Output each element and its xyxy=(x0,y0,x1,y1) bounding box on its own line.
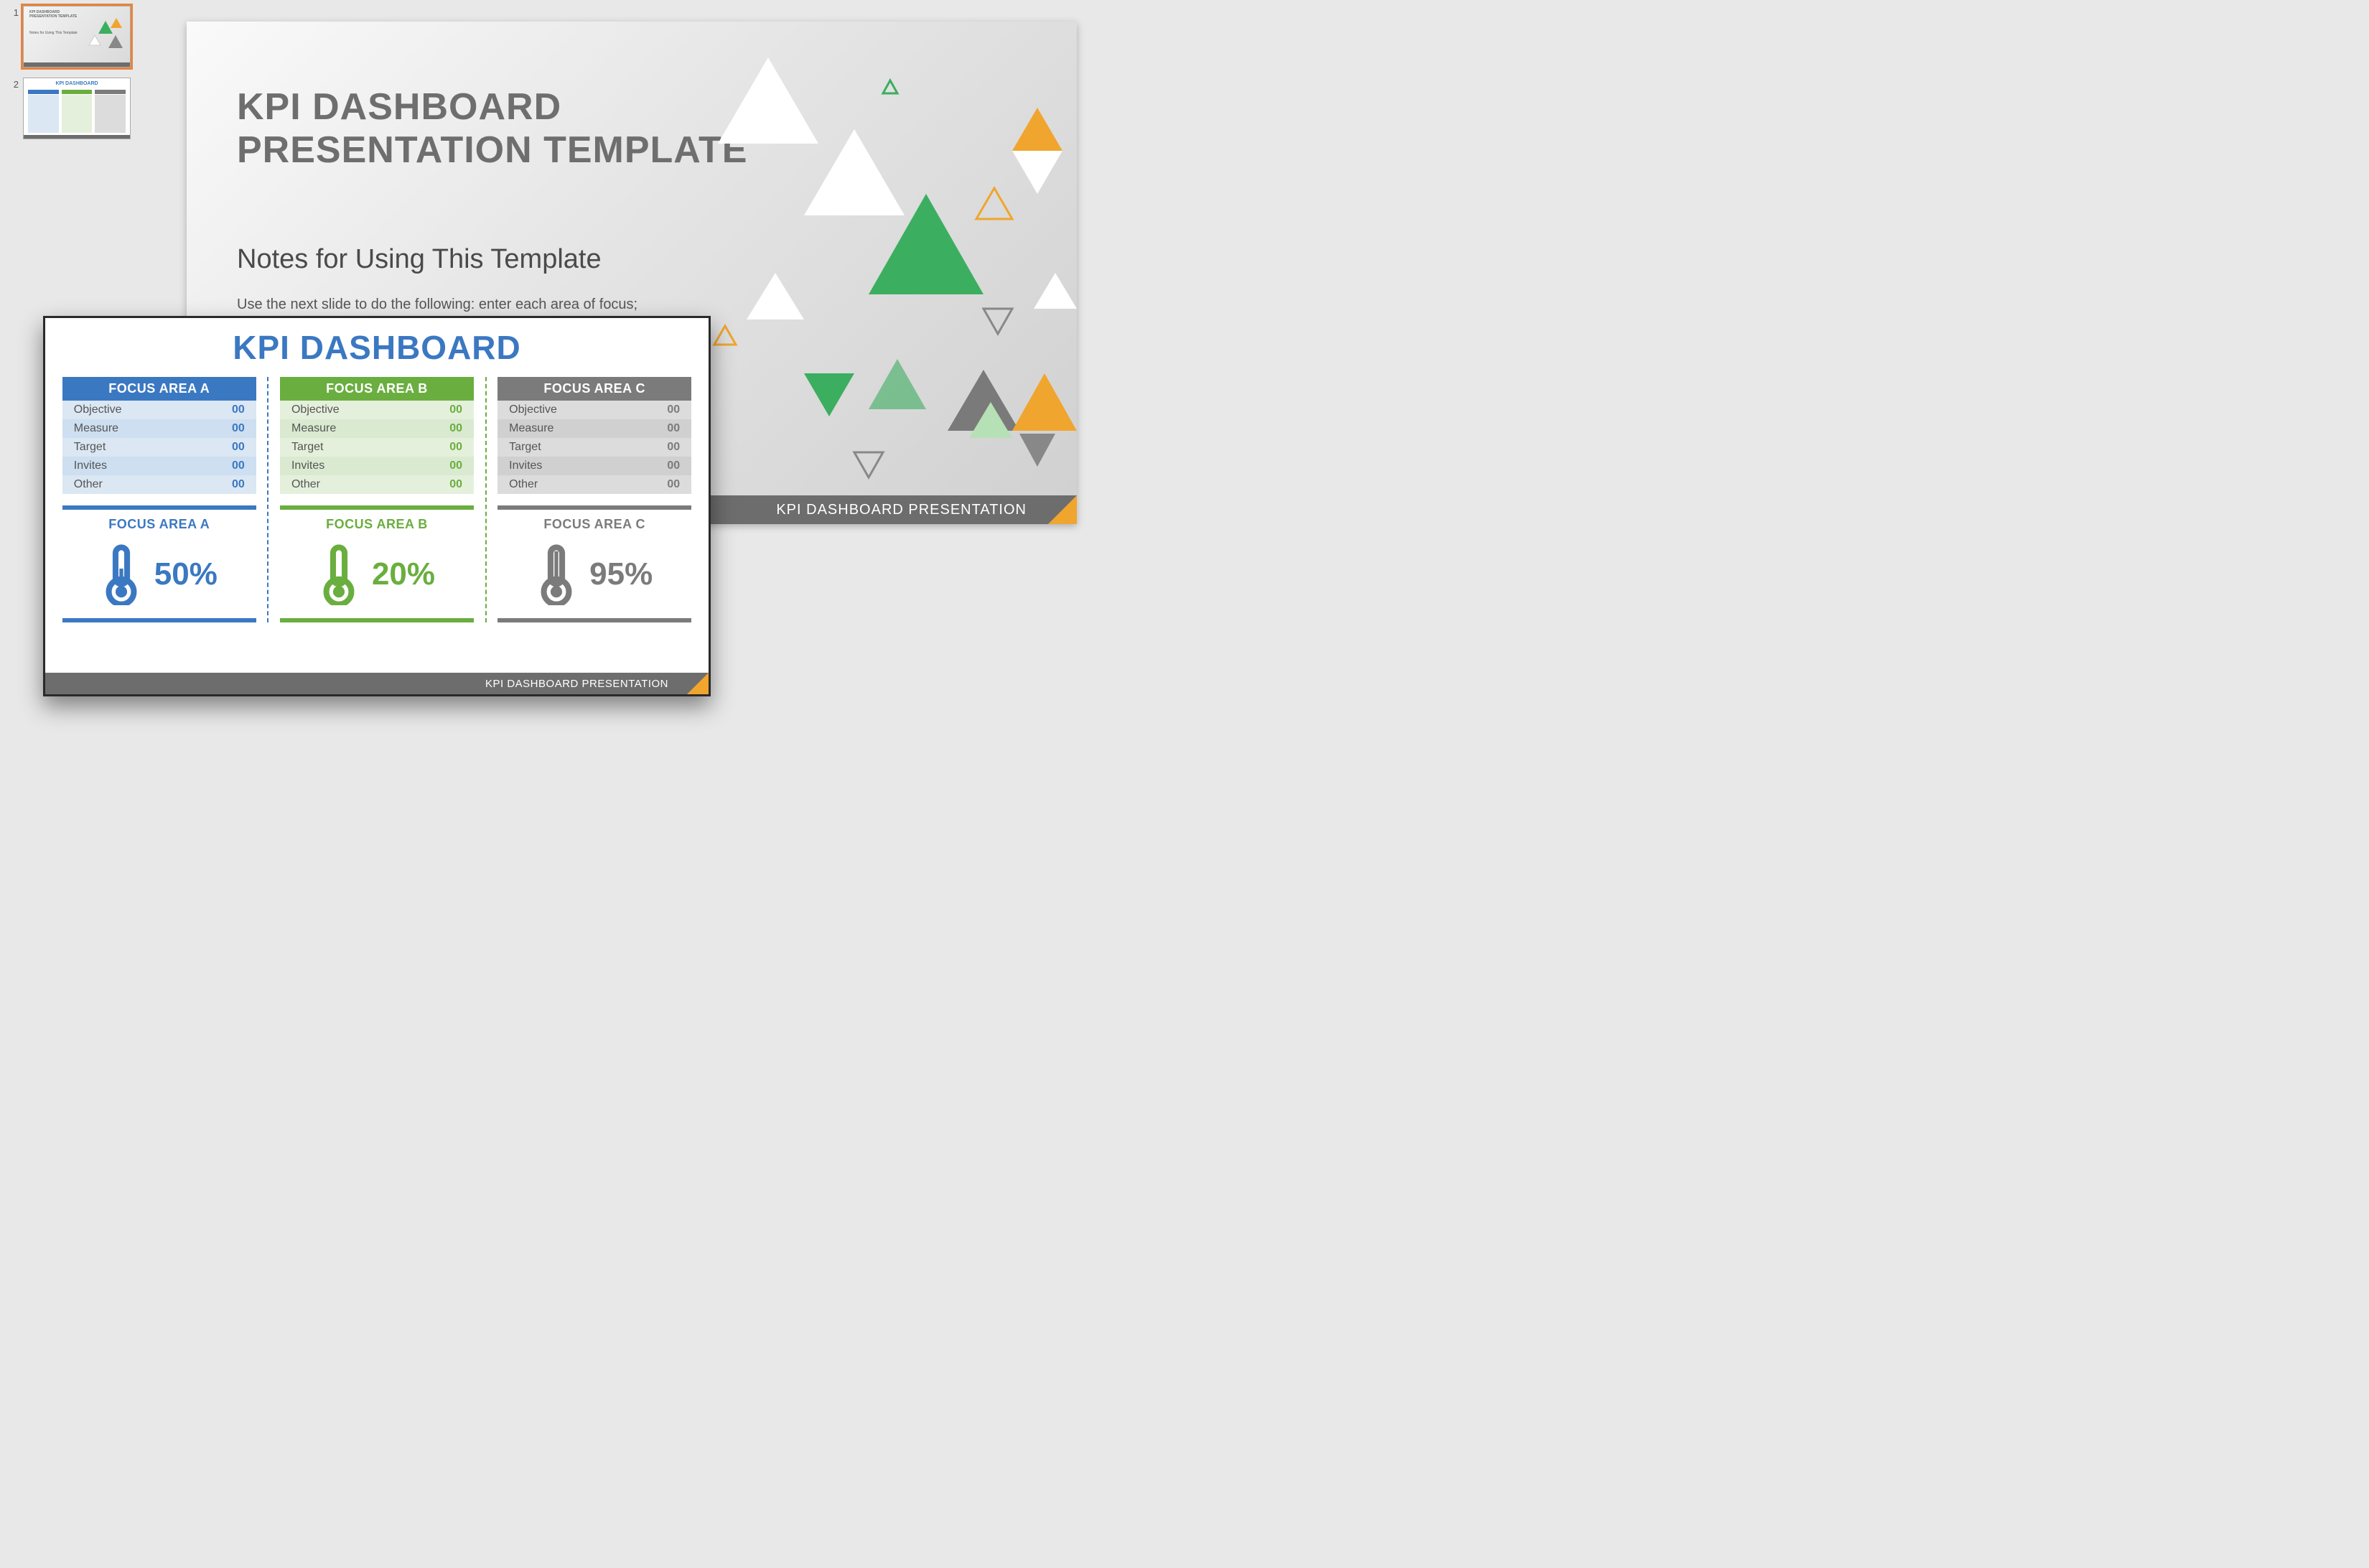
footer-text: KPI DASHBOARD PRESENTATION xyxy=(485,678,668,690)
slide-thumbnail-1[interactable]: KPI DASHBOARDPRESENTATION TEMPLATE Notes… xyxy=(23,6,131,67)
thumbnail-row-2: 2 KPI DASHBOARD xyxy=(6,78,135,139)
focus-area-b: FOCUS AREA B Objective00 Measure00 Targe… xyxy=(280,377,474,622)
focus-area-a-rows: Objective00 Measure00 Target00 Invites00… xyxy=(62,401,256,494)
divider-bar xyxy=(280,505,474,510)
divider-bar xyxy=(280,618,474,622)
footer-text: KPI DASHBOARD PRESENTATION xyxy=(776,502,1027,518)
thermometer-icon xyxy=(536,543,576,605)
thumbnail-row-1: 1 KPI DASHBOARDPRESENTATION TEMPLATE Not… xyxy=(6,6,135,67)
slide-thumbnail-panel: 1 KPI DASHBOARDPRESENTATION TEMPLATE Not… xyxy=(6,6,135,149)
focus-area-c-header: FOCUS AREA C xyxy=(497,377,691,401)
focus-area-c: FOCUS AREA C Objective00 Measure00 Targe… xyxy=(497,377,691,622)
focus-area-a: FOCUS AREA A Objective00 Measure00 Targe… xyxy=(62,377,256,622)
divider-bar xyxy=(497,618,691,622)
overlay-footer: KPI DASHBOARD PRESENTATION xyxy=(45,673,709,694)
thermometer-icon xyxy=(319,543,359,605)
slide-title[interactable]: KPI DASHBOARD PRESENTATION TEMPLATE xyxy=(237,86,747,172)
thermometer-icon xyxy=(101,543,141,605)
column-separator xyxy=(267,377,268,622)
divider-bar xyxy=(62,505,256,510)
focus-area-c-label: FOCUS AREA C xyxy=(497,517,691,532)
thumbnail-index: 1 xyxy=(6,6,19,18)
slide-preview-overlay[interactable]: KPI DASHBOARD FOCUS AREA A Objective00 M… xyxy=(43,316,711,696)
focus-area-b-header: FOCUS AREA B xyxy=(280,377,474,401)
focus-area-a-percent: 50% xyxy=(154,556,218,592)
column-separator xyxy=(485,377,487,622)
focus-area-b-percent: 20% xyxy=(372,556,435,592)
focus-area-c-rows: Objective00 Measure00 Target00 Invites00… xyxy=(497,401,691,494)
divider-bar xyxy=(62,618,256,622)
focus-area-a-header: FOCUS AREA A xyxy=(62,377,256,401)
slide-subtitle[interactable]: Notes for Using This Template xyxy=(237,244,602,275)
focus-area-c-percent: 95% xyxy=(589,556,653,592)
divider-bar xyxy=(497,505,691,510)
focus-area-b-label: FOCUS AREA B xyxy=(280,517,474,532)
focus-area-a-label: FOCUS AREA A xyxy=(62,517,256,532)
dashboard-columns: FOCUS AREA A Objective00 Measure00 Targe… xyxy=(45,367,709,622)
thumbnail-index: 2 xyxy=(6,78,19,90)
dashboard-title: KPI DASHBOARD xyxy=(45,328,709,367)
slide-thumbnail-2[interactable]: KPI DASHBOARD xyxy=(23,78,131,139)
triangle-deco-icon xyxy=(84,14,127,57)
focus-area-b-rows: Objective00 Measure00 Target00 Invites00… xyxy=(280,401,474,494)
decorative-triangles xyxy=(675,50,1077,510)
